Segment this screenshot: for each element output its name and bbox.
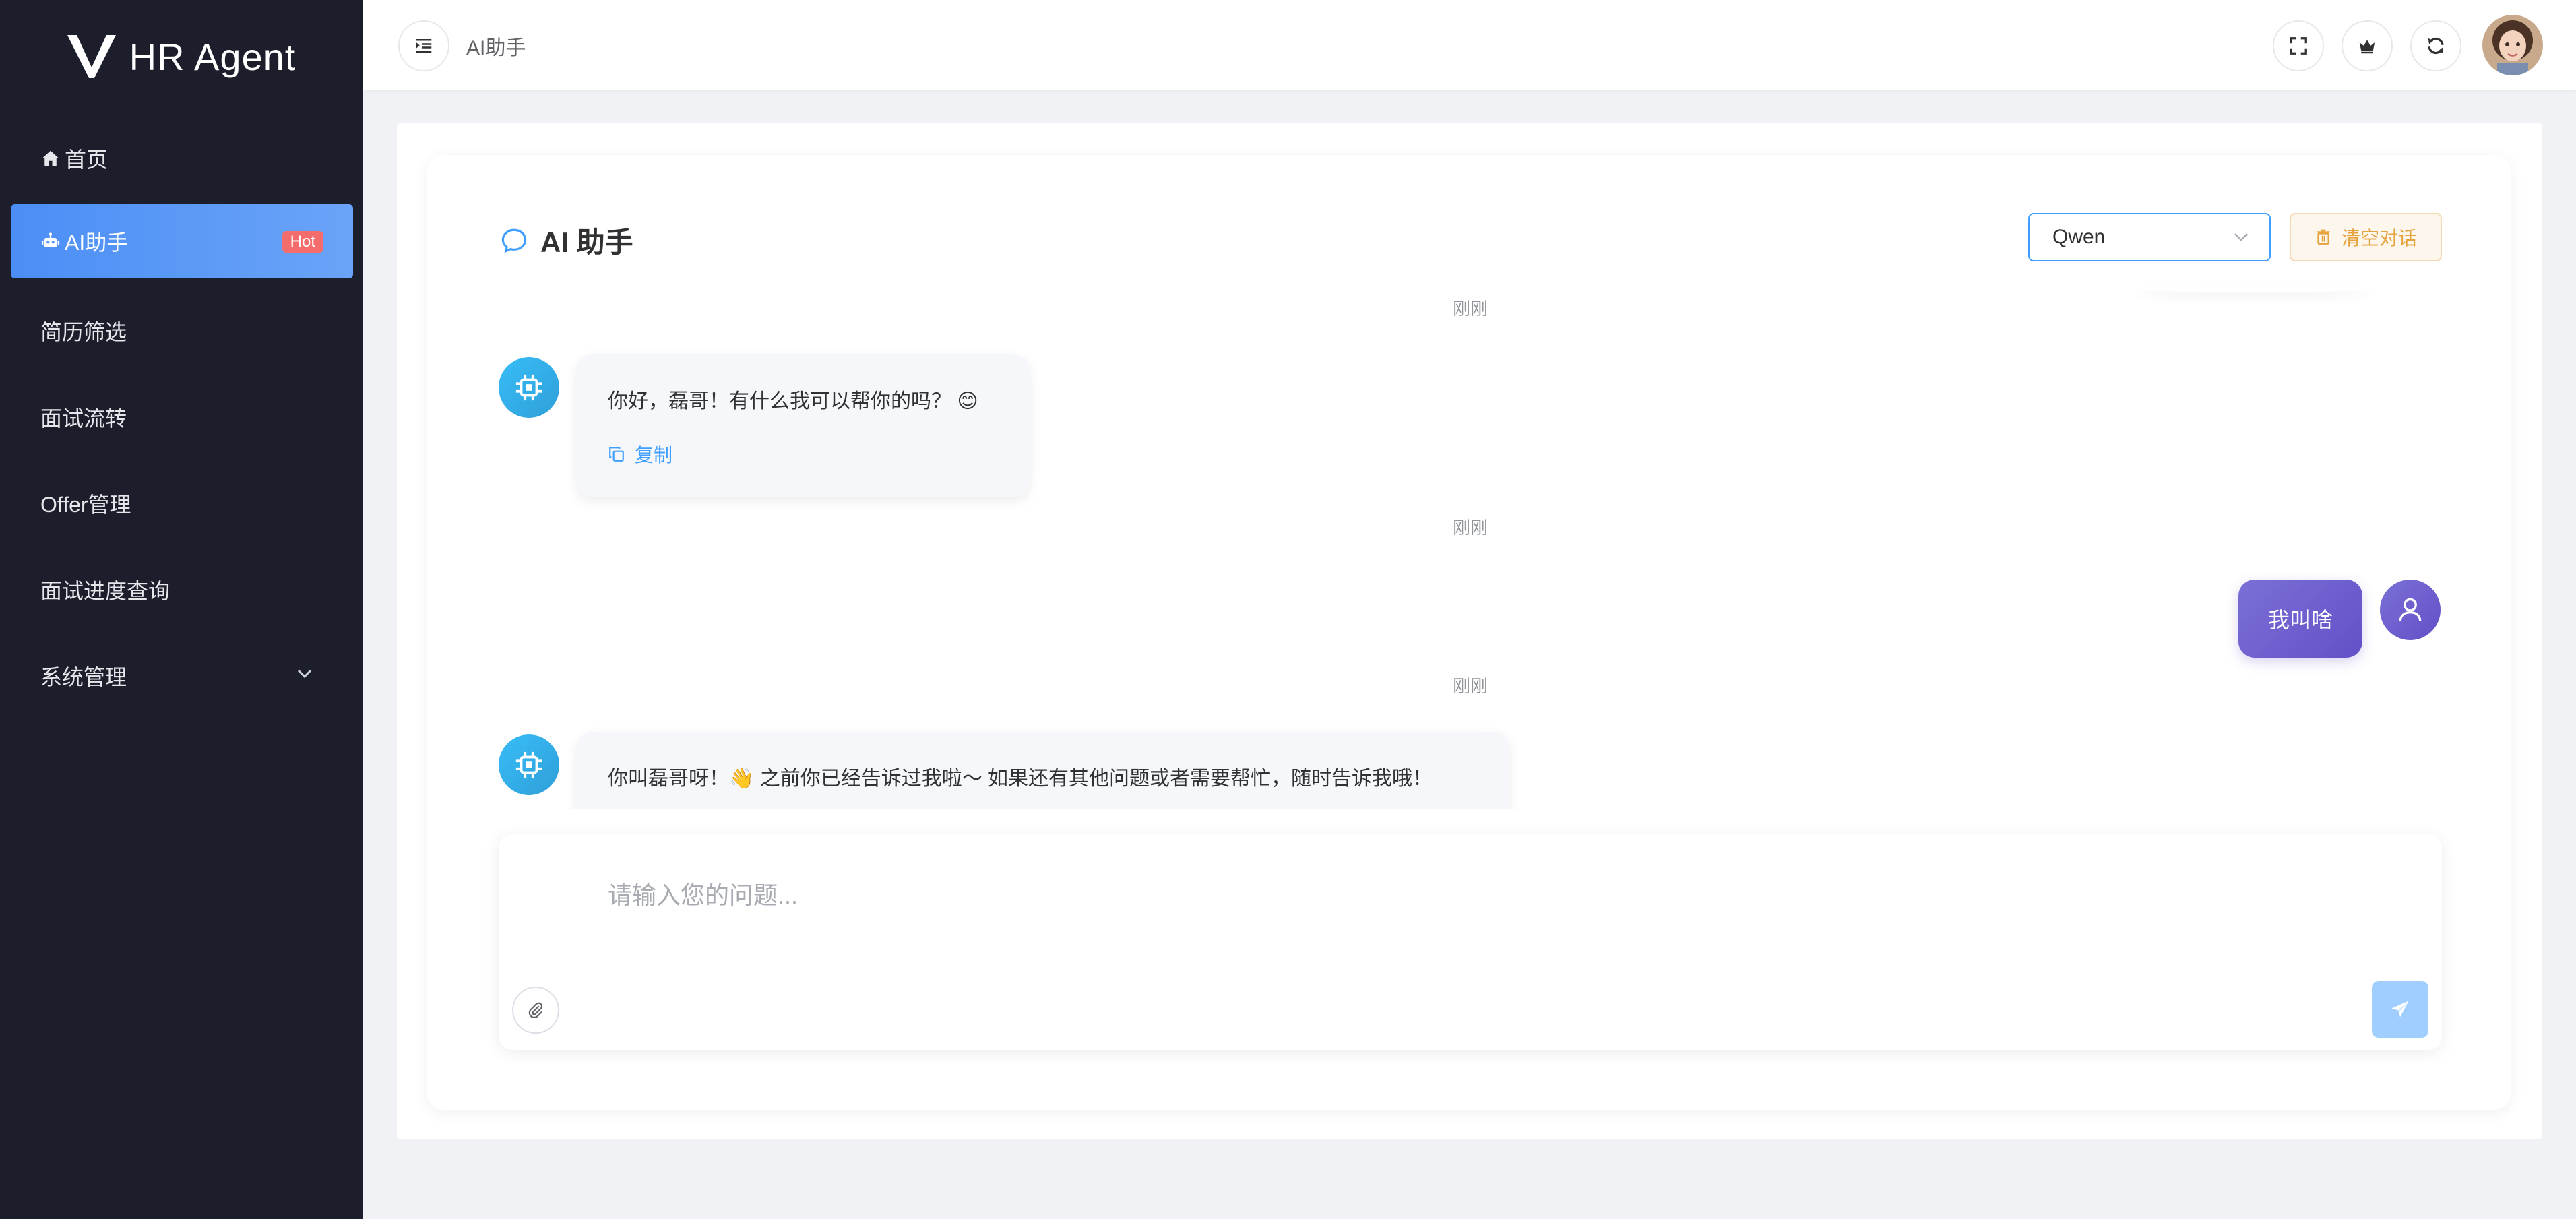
sidebar-item-resume-screening[interactable]: 简历筛选	[11, 294, 353, 368]
fullscreen-button[interactable]	[2273, 20, 2324, 71]
sidebar-item-label: 首页	[65, 148, 108, 172]
clear-chat-label: 清空对话	[2341, 228, 2417, 249]
copy-label: 复制	[635, 445, 673, 466]
sidebar-item-home[interactable]: 首页	[11, 121, 353, 195]
sidebar-item-label: 简历筛选	[40, 320, 127, 344]
chat-title-text: AI 助手	[540, 226, 633, 258]
send-button[interactable]	[2372, 981, 2428, 1038]
crown-icon	[2359, 40, 2375, 54]
message-list[interactable]: 刚刚 你好，磊哥！有什么我可以帮你的吗？ 😊 复制 刚刚 我叫啥 刚刚 你叫磊哥…	[472, 283, 2466, 809]
message-input[interactable]	[606, 875, 2294, 958]
top-header: AI助手	[363, 0, 2576, 90]
chevron-down-icon	[297, 669, 312, 679]
sidebar-item-interview-flow[interactable]: 面试流转	[11, 380, 353, 454]
sidebar-item-label: AI助手	[65, 230, 129, 255]
hot-badge: Hot	[282, 231, 323, 253]
sidebar-item-label: Offer管理	[40, 493, 131, 517]
robot-icon	[40, 231, 61, 251]
home-icon	[40, 148, 61, 168]
logo-text: HR Agent	[129, 35, 296, 78]
user-icon	[2399, 598, 2422, 621]
assistant-message-bubble: 你叫磊哥呀！👋 之前你已经告诉过我啦～ 如果还有其他问题或者需要帮忙，随时告诉我…	[577, 732, 1509, 809]
avatar-image	[2482, 15, 2543, 75]
refresh-icon	[2428, 37, 2444, 55]
chat-bubble-icon	[501, 228, 527, 253]
clear-chat-button[interactable]: 清空对话	[2290, 213, 2442, 261]
sidebar-item-offer[interactable]: Offer管理	[11, 466, 353, 540]
vip-button[interactable]	[2342, 20, 2393, 71]
sidebar-item-label: 系统管理	[40, 665, 127, 689]
attach-button[interactable]	[512, 987, 559, 1034]
sidebar-item-ai-assistant[interactable]: AI助手 Hot	[11, 204, 353, 278]
message-text: 我叫啥	[2267, 608, 2333, 632]
trash-icon	[2317, 229, 2330, 245]
menu-fold-icon	[416, 39, 432, 53]
chevron-down-icon	[2234, 233, 2248, 241]
sidebar: HR Agent 首页 AI助手 Hot 简历筛选 面试流转 Offer管理 面…	[0, 0, 363, 1219]
message-text: 你好，磊哥！有什么我可以帮你的吗？ 😊	[608, 390, 978, 412]
sidebar-item-system[interactable]: 系统管理	[11, 639, 353, 713]
assistant-avatar	[499, 734, 559, 795]
assistant-avatar	[499, 357, 559, 418]
user-message-avatar	[2380, 580, 2441, 640]
chat-title: AI 助手	[500, 220, 633, 261]
sidebar-item-label: 面试进度查询	[40, 579, 170, 603]
message-text: 你叫磊哥呀！👋 之前你已经告诉过我啦～ 如果还有其他问题或者需要帮忙，随时告诉我…	[608, 768, 1433, 790]
chip-icon	[515, 751, 542, 778]
user-avatar[interactable]	[2482, 15, 2543, 75]
sidebar-item-interview-progress[interactable]: 面试进度查询	[11, 553, 353, 627]
copy-button[interactable]: 复制	[608, 441, 999, 468]
sidebar-item-label: 面试流转	[40, 406, 127, 431]
copy-icon	[609, 447, 624, 462]
paperclip-icon	[528, 1002, 543, 1018]
model-select[interactable]: Qwen	[2028, 213, 2271, 261]
user-message-bubble: 我叫啥	[2238, 580, 2362, 658]
refresh-button[interactable]	[2410, 20, 2461, 71]
app-logo[interactable]: HR Agent	[0, 0, 363, 113]
chip-icon	[515, 374, 542, 401]
message-timestamp: 刚刚	[1453, 676, 1488, 696]
chat-input-box	[499, 834, 2442, 1050]
message-timestamp: 刚刚	[1453, 299, 1488, 319]
model-select-value: Qwen	[2052, 226, 2106, 248]
send-icon	[2391, 1001, 2409, 1018]
breadcrumb: AI助手	[466, 37, 526, 59]
fullscreen-icon	[2290, 37, 2307, 55]
logo-icon	[67, 35, 116, 78]
assistant-message-bubble: 你好，磊哥！有什么我可以帮你的吗？ 😊 复制	[577, 354, 1030, 497]
collapse-menu-button[interactable]	[398, 20, 449, 71]
message-timestamp: 刚刚	[1453, 518, 1488, 538]
